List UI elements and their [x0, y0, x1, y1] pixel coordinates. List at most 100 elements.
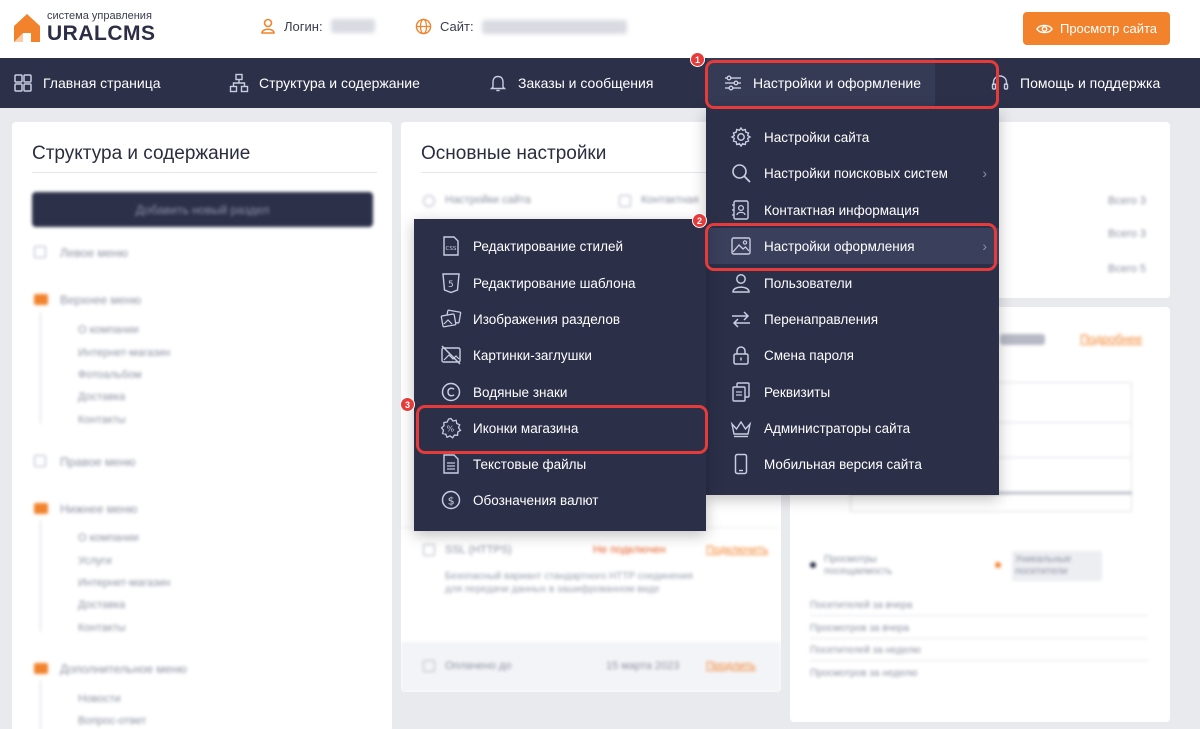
tree-item[interactable]: О компании — [78, 324, 139, 336]
lock-icon — [423, 544, 435, 556]
tree-item[interactable]: Интернет-магазин — [78, 347, 170, 359]
menu-item-edit-styles[interactable]: CSS Редактирование стилей — [414, 228, 706, 264]
nav-item-structure[interactable]: Структура и содержание — [229, 58, 420, 108]
settings-link[interactable]: Контактная — [641, 194, 699, 206]
login-label: Логин: — [284, 18, 323, 34]
tree-item[interactable]: Доставка — [78, 599, 125, 611]
news-link[interactable]: Подробнее — [1080, 332, 1142, 346]
documents-icon — [732, 382, 750, 402]
ssl-connect-link[interactable]: Подключить — [706, 544, 768, 556]
menu-item-label: Редактирование шаблона — [473, 275, 636, 291]
extend-link[interactable]: Продлить — [706, 660, 756, 672]
highlight-ring-design-settings — [705, 223, 997, 271]
tree-item[interactable]: Контакты — [78, 622, 126, 634]
nav-label: Заказы и сообщения — [518, 75, 654, 91]
bell-icon — [489, 75, 507, 92]
legend-item[interactable]: Уникальные посетители — [1012, 551, 1102, 581]
tree-item[interactable]: О компании — [78, 532, 139, 544]
nav-item-orders[interactable]: Заказы и сообщения — [488, 58, 653, 108]
folder-icon — [34, 503, 48, 514]
settings-link[interactable]: Настройки сайта — [445, 194, 531, 206]
nav-item-home[interactable]: Главная страница — [13, 58, 161, 108]
user-icon — [261, 18, 275, 34]
divider — [810, 615, 1148, 616]
menu-item-label: Настройки поисковых систем — [764, 165, 948, 181]
settings-dropdown: Настройки сайта Настройки поисковых сист… — [706, 108, 999, 495]
svg-text:$: $ — [448, 494, 455, 507]
menu-item-edit-template[interactable]: 5 Редактирование шаблона — [414, 265, 706, 301]
dollar-icon: $ — [441, 490, 461, 510]
legend-item: Просмотры посещаемость — [824, 554, 893, 577]
count-value: Всего 3 — [1108, 228, 1147, 240]
user-icon — [732, 274, 750, 293]
login-value-blurred — [330, 19, 375, 33]
tree-item[interactable]: Верхнее меню — [60, 293, 141, 307]
menu-item-redirects[interactable]: Перенаправления — [706, 301, 999, 337]
menu-icon — [34, 455, 46, 467]
mobile-icon — [734, 453, 748, 475]
menu-item-admins[interactable]: Администраторы сайта — [706, 410, 999, 446]
tree-item[interactable]: Интернет-магазин — [78, 577, 170, 589]
site-label: Сайт: — [440, 19, 474, 34]
nav-label: Помощь и поддержка — [1020, 75, 1161, 91]
menu-item-label: Контактная информация — [764, 202, 920, 218]
menu-item-label: Обозначения валют — [473, 492, 599, 508]
tree-connector — [40, 680, 41, 729]
tree-item[interactable]: Нижнее меню — [60, 502, 137, 516]
structure-panel-title: Структура и содержание — [32, 143, 251, 164]
nav-item-help[interactable]: Помощь и поддержка — [990, 58, 1160, 108]
tree-item[interactable]: Услуги — [78, 555, 112, 567]
text-file-icon — [443, 454, 459, 474]
copyright-icon — [441, 382, 461, 402]
tree-item[interactable]: Фотоальбом — [78, 369, 142, 381]
add-section-button[interactable]: Добавить новый раздел — [32, 192, 373, 227]
folder-icon — [34, 663, 48, 674]
menu-item-search-engines[interactable]: Настройки поисковых систем › — [706, 155, 999, 191]
gear-icon — [423, 195, 435, 207]
tree-item[interactable]: Доставка — [78, 391, 125, 403]
menu-item-mobile[interactable]: Мобильная версия сайта — [706, 446, 999, 482]
logo-mark-icon — [14, 14, 40, 42]
stat-row: Посетителей за вчера — [810, 600, 913, 611]
menu-item-placeholder-images[interactable]: Картинки-заглушки — [414, 337, 706, 373]
menu-item-label: Смена пароля — [764, 347, 854, 363]
site-value-blurred[interactable] — [481, 19, 627, 34]
grid-icon — [14, 74, 32, 92]
menu-item-requisites[interactable]: Реквизиты — [706, 374, 999, 410]
divider — [810, 638, 1148, 639]
menu-item-section-images[interactable]: Изображения разделов — [414, 301, 706, 337]
menu-item-label: Мобильная версия сайта — [764, 456, 922, 472]
design-submenu: CSS Редактирование стилей 5 Редактирован… — [414, 219, 706, 531]
menu-item-site-settings[interactable]: Настройки сайта — [706, 119, 999, 155]
tree-item[interactable]: Контакты — [78, 414, 126, 426]
arrows-icon — [732, 311, 750, 328]
stat-row: Просмотров за вчера — [810, 623, 910, 634]
menu-item-label: Водяные знаки — [473, 384, 568, 400]
menu-item-label: Настройки сайта — [764, 129, 870, 145]
logo-title: URALCMS — [47, 22, 156, 45]
tree-item[interactable]: Правое меню — [60, 455, 135, 469]
logo-subtitle: система управления — [47, 10, 152, 22]
sitemap-icon — [229, 73, 249, 93]
tree-item[interactable]: Новости — [78, 693, 121, 705]
legend-dot — [810, 562, 816, 568]
menu-item-label: Пользователи — [764, 275, 853, 291]
lock-icon — [733, 346, 749, 365]
step-marker-3: 3 — [400, 397, 415, 412]
svg-text:CSS: CSS — [446, 246, 457, 252]
count-value: Всего 5 — [1108, 263, 1147, 275]
calendar-icon — [423, 660, 435, 672]
tree-item[interactable]: Вопрос-ответ — [78, 715, 146, 727]
menu-item-change-password[interactable]: Смена пароля — [706, 337, 999, 373]
html5-icon: 5 — [442, 273, 460, 294]
step-marker-2: 2 — [692, 213, 707, 228]
menu-item-currency-symbols[interactable]: $ Обозначения валют — [414, 482, 706, 518]
stat-row: Посетителей за неделю — [810, 645, 921, 656]
tree-item[interactable]: Дополнительное меню — [60, 662, 187, 676]
stat-row: Просмотров за неделю — [810, 668, 918, 679]
stats-heading-blurred — [1000, 334, 1045, 345]
menu-item-label: Перенаправления — [764, 311, 879, 327]
view-site-button[interactable]: Просмотр сайта — [1023, 12, 1170, 45]
tree-item[interactable]: Левое меню — [60, 246, 128, 260]
eye-icon — [1036, 24, 1053, 33]
